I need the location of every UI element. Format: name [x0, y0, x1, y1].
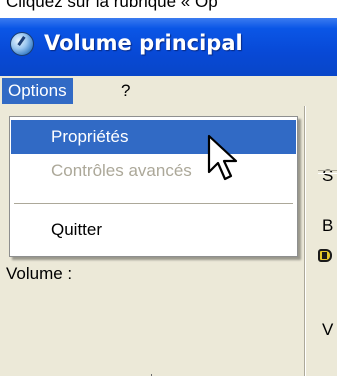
menu-item-proprietes[interactable]: Propriétés [11, 120, 296, 154]
speaker-low-icon [318, 246, 334, 264]
right-panel-letter: B [322, 216, 334, 235]
instruction-caption: Cliquez sur la rubrique « Op [6, 0, 218, 11]
options-dropdown-menu: Propriétés Contrôles avancés Quitter [9, 116, 298, 257]
speaker-volume-icon [10, 32, 34, 56]
panel-divider [304, 106, 306, 376]
menu-separator [14, 203, 293, 204]
volume-label: Volume : [6, 264, 73, 283]
right-panel-rule [318, 170, 337, 174]
menu-help[interactable]: ? [121, 78, 130, 104]
title-bar[interactable]: Volume principal [0, 18, 337, 76]
window-title: Volume principal [44, 31, 243, 55]
menu-bar: Options ? [0, 76, 337, 106]
mouse-pointer-icon [207, 134, 238, 181]
right-panel-letter: S [322, 166, 334, 185]
menu-item-controles-avances: Contrôles avancés [51, 161, 192, 180]
menu-item-quitter[interactable]: Quitter [11, 213, 296, 247]
right-panel-letter: V [322, 320, 334, 339]
menu-options[interactable]: Options [2, 78, 73, 104]
